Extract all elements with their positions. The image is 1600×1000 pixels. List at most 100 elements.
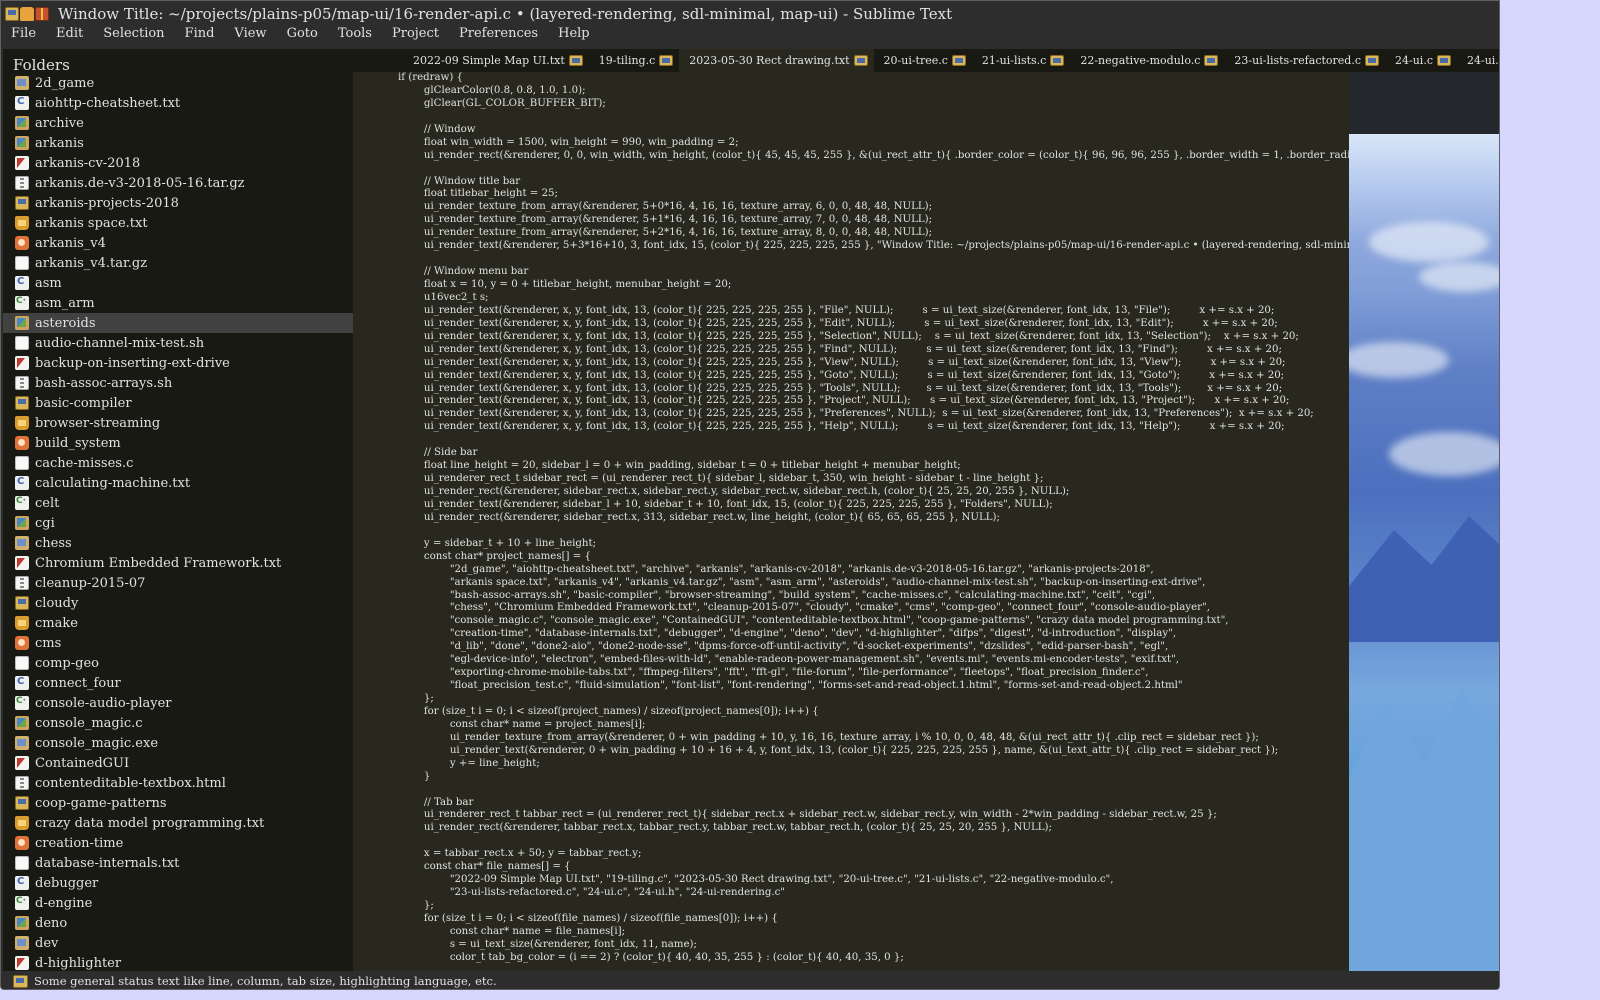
sidebar-item[interactable]: arkanis_v4.tar.gz (3, 253, 353, 273)
tab[interactable]: 2023-05-30 Rect drawing.txt (679, 49, 874, 72)
window-icon[interactable] (5, 6, 19, 21)
code-line: "arkanis space.txt", "arkanis_v4", "arka… (398, 576, 1206, 588)
sidebar-item[interactable]: arkanis-cv-2018 (3, 153, 353, 173)
package-icon[interactable] (35, 6, 49, 21)
tab-close-icon[interactable] (1050, 55, 1065, 66)
tab-close-icon[interactable] (659, 55, 674, 66)
tab[interactable]: 22-negative-modulo.c (1070, 49, 1224, 72)
lock-icon[interactable] (20, 6, 34, 21)
sidebar-item[interactable]: deno (3, 913, 353, 933)
sidebar-item[interactable]: comp-geo (3, 653, 353, 673)
sidebar-item[interactable]: connect_four (3, 673, 353, 693)
sidebar-item[interactable]: cleanup-2015-07 (3, 573, 353, 593)
sidebar-item[interactable]: console_magic.exe (3, 733, 353, 753)
window-title: Window Title: ~/projects/plains-p05/map-… (58, 4, 953, 23)
menu-tools[interactable]: Tools (338, 24, 372, 44)
sidebar-item[interactable]: celt (3, 493, 353, 513)
menu-view[interactable]: View (234, 24, 266, 44)
sidebar-item[interactable]: asm (3, 273, 353, 293)
sidebar-item[interactable]: console-audio-player (3, 693, 353, 713)
sidebar-item[interactable]: 2d_game (3, 73, 353, 93)
sidebar-item[interactable]: cloudy (3, 593, 353, 613)
sidebar-item[interactable]: coop-game-patterns (3, 793, 353, 813)
menu-selection[interactable]: Selection (103, 24, 164, 44)
menu-goto[interactable]: Goto (287, 24, 318, 44)
code-line: float titlebar_height = 25; (398, 188, 558, 200)
sidebar-item[interactable]: bash-assoc-arrays.sh (3, 373, 353, 393)
sidebar-item[interactable]: dev (3, 933, 353, 953)
tab[interactable]: 20-ui-tree.c (874, 49, 972, 72)
sidebar-item-label: cms (35, 635, 62, 651)
tab-close-icon[interactable] (1204, 55, 1219, 66)
tab-label: 19-tiling.c (598, 54, 656, 67)
sidebar-item[interactable]: archive (3, 113, 353, 133)
sidebar-item[interactable]: chess (3, 533, 353, 553)
pdf-icon (15, 356, 29, 370)
tab-close-icon[interactable] (853, 55, 868, 66)
code-line: u16vec2_t s; (398, 291, 489, 303)
sidebar-item[interactable]: database-internals.txt (3, 853, 353, 873)
folder-list: 2d_game aiohttp-cheatsheet.txt archive arka… (3, 73, 353, 971)
sidebar-item[interactable]: d-engine (3, 893, 353, 913)
code-line: ui_render_texture_from_array(&renderer, … (398, 214, 933, 226)
sidebar-item[interactable]: cgi (3, 513, 353, 533)
menu-edit[interactable]: Edit (56, 24, 83, 44)
c-file-icon (15, 96, 29, 110)
menu-help[interactable]: Help (558, 24, 590, 44)
tab[interactable]: 21-ui-lists.c (972, 49, 1070, 72)
menu-project[interactable]: Project (392, 24, 439, 44)
tab-label: 24-ui.h (1466, 54, 1499, 67)
tab-bar: 2022-09 Simple Map UI.txt 19-tiling.c 2023… (353, 49, 1499, 72)
status-window-icon[interactable] (13, 974, 28, 988)
sidebar-item[interactable]: browser-streaming (3, 413, 353, 433)
sidebar-item[interactable]: arkanis space.txt (3, 213, 353, 233)
code-line: ui_renderer_rect_t sidebar_rect = (ui_re… (398, 473, 1044, 485)
code-line: ui_render_rect(&renderer, sidebar_rect.x… (398, 511, 1000, 523)
sidebar-item[interactable]: arkanis.de-v3-2018-05-16.tar.gz (3, 173, 353, 193)
sidebar-item[interactable]: aiohttp-cheatsheet.txt (3, 93, 353, 113)
cloud-shape (1349, 342, 1449, 378)
sidebar-item[interactable]: asm_arm (3, 293, 353, 313)
sidebar-item[interactable]: console_magic.c (3, 713, 353, 733)
sidebar-item[interactable]: cmake (3, 613, 353, 633)
tab[interactable]: 24-ui.c (1385, 49, 1457, 72)
tab[interactable]: 2022-09 Simple Map UI.txt (403, 49, 589, 72)
sidebar-item[interactable]: cms (3, 633, 353, 653)
tab-close-icon[interactable] (1365, 55, 1379, 66)
sidebar-item[interactable]: creation-time (3, 833, 353, 853)
sidebar-item[interactable]: arkanis-projects-2018 (3, 193, 353, 213)
menu-file[interactable]: File (11, 24, 36, 44)
sidebar-item[interactable]: ContainedGUI (3, 753, 353, 773)
sidebar-item[interactable]: arkanis_v4 (3, 233, 353, 253)
sidebar-item[interactable]: Chromium Embedded Framework.txt (3, 553, 353, 573)
sidebar-item[interactable]: basic-compiler (3, 393, 353, 413)
pdf-icon (15, 556, 29, 570)
cplus-file-icon (15, 696, 29, 710)
sidebar-item-label: asm (35, 275, 62, 291)
sidebar-item[interactable]: d-highlighter (3, 953, 353, 971)
tab[interactable]: 24-ui.h (1457, 49, 1499, 72)
sidebar-item[interactable]: arkanis (3, 133, 353, 153)
code-line: "chess", "Chromium Embedded Framework.tx… (398, 602, 1210, 614)
sidebar-item[interactable]: build_system (3, 433, 353, 453)
tab-close-icon[interactable] (951, 55, 966, 66)
gear-icon (15, 636, 29, 650)
sidebar-item[interactable]: crazy data model programming.txt (3, 813, 353, 833)
menu-preferences[interactable]: Preferences (459, 24, 538, 44)
sidebar-item[interactable]: audio-channel-mix-test.sh (3, 333, 353, 353)
cplus-file-icon (15, 296, 29, 310)
code-content[interactable]: if (redraw) { glClearColor(0.8, 0.8, 1.0… (398, 72, 1349, 965)
tab[interactable]: 23-ui-lists-refactored.c (1224, 49, 1385, 72)
tab-close-icon[interactable] (1436, 55, 1451, 66)
menu-find[interactable]: Find (185, 24, 215, 44)
sidebar-item[interactable]: asteroids (3, 313, 353, 333)
gear-icon (15, 836, 29, 850)
tab-close-icon[interactable] (568, 55, 583, 66)
tab[interactable]: 19-tiling.c (589, 49, 679, 72)
sidebar-item[interactable]: calculating-machine.txt (3, 473, 353, 493)
sidebar-item[interactable]: backup-on-inserting-ext-drive (3, 353, 353, 373)
sidebar-item[interactable]: cache-misses.c (3, 453, 353, 473)
sidebar-item[interactable]: debugger (3, 873, 353, 893)
code-editor[interactable]: if (redraw) { glClearColor(0.8, 0.8, 1.0… (353, 72, 1349, 971)
sidebar-item[interactable]: contenteditable-textbox.html (3, 773, 353, 793)
